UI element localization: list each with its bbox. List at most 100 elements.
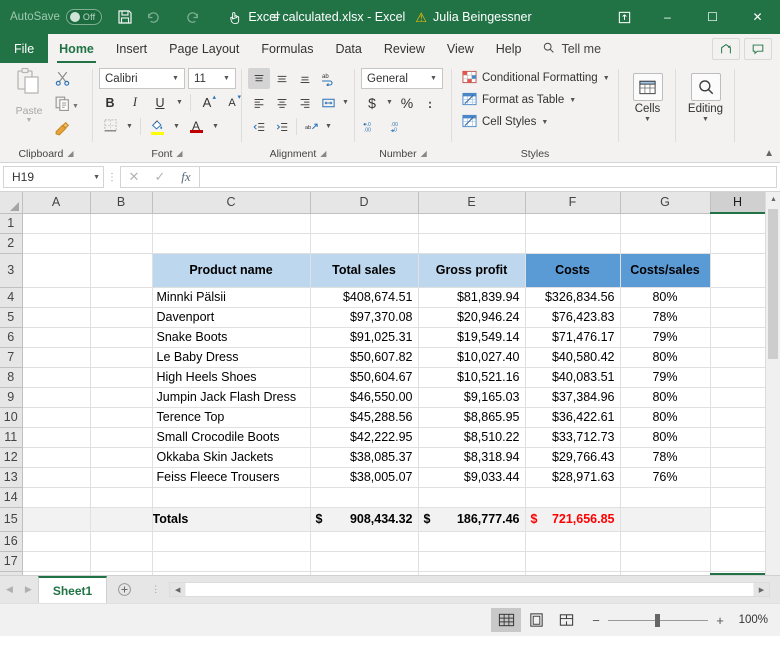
row-header-15[interactable]: 15	[0, 507, 23, 532]
scroll-up-icon[interactable]: ▲	[766, 192, 780, 207]
cell-h11[interactable]	[710, 427, 766, 448]
cell-g3-costs-sales-header[interactable]: Costs/sales	[620, 253, 711, 288]
cell-d7-total-sales[interactable]: $50,607.82	[310, 347, 419, 368]
cell-g6-costs-sales[interactable]: 79%	[620, 327, 711, 348]
column-header-d[interactable]: D	[310, 192, 419, 214]
cell-h10[interactable]	[710, 407, 766, 428]
cell-f12-costs[interactable]: $29,766.43	[525, 447, 621, 468]
cell-b15[interactable]	[90, 507, 153, 532]
underline-dropdown-icon[interactable]: ▼	[174, 92, 185, 113]
cell-c9-product-name[interactable]: Jumpin Jack Flash Dress	[152, 387, 311, 408]
cell-e16[interactable]	[418, 531, 526, 552]
cell-b10[interactable]	[90, 407, 153, 428]
cell-h5[interactable]	[710, 307, 766, 328]
cell-g10-costs-sales[interactable]: 80%	[620, 407, 711, 428]
cell-b13[interactable]	[90, 467, 153, 488]
zoom-level-label[interactable]: 100%	[732, 614, 768, 626]
cell-g16[interactable]	[620, 531, 711, 552]
column-header-f[interactable]: F	[525, 192, 621, 214]
cell-f6-costs[interactable]: $71,476.17	[525, 327, 621, 348]
cell-d18[interactable]	[310, 571, 419, 575]
cell-g8-costs-sales[interactable]: 79%	[620, 367, 711, 388]
zoom-slider[interactable]	[608, 613, 708, 627]
font-color-dropdown-icon[interactable]: ▼	[210, 116, 221, 137]
row-header-1[interactable]: 1	[0, 213, 23, 234]
cell-e7-gross-profit[interactable]: $10,027.40	[418, 347, 526, 368]
cell-b14[interactable]	[90, 487, 153, 508]
column-header-a[interactable]: A	[22, 192, 91, 214]
bold-button[interactable]: B	[99, 92, 121, 113]
cell-g12-costs-sales[interactable]: 78%	[620, 447, 711, 468]
cell-d14[interactable]	[310, 487, 419, 508]
cell-d13-total-sales[interactable]: $38,005.07	[310, 467, 419, 488]
row-header-5[interactable]: 5	[0, 307, 23, 328]
cell-d2[interactable]	[310, 233, 419, 254]
comma-format-button[interactable]: ։	[419, 92, 441, 113]
cell-f16[interactable]	[525, 531, 621, 552]
undo-icon[interactable]	[140, 4, 166, 30]
normal-view-icon[interactable]	[491, 608, 521, 632]
font-name-combo[interactable]: Calibri ▼	[99, 68, 185, 89]
collapse-ribbon-icon[interactable]: ▲	[764, 148, 774, 159]
horizontal-scroll-thumb[interactable]	[186, 583, 753, 596]
cell-a15[interactable]	[22, 507, 91, 532]
align-middle-icon[interactable]	[271, 68, 293, 89]
formula-input[interactable]	[199, 166, 777, 188]
close-button[interactable]: ✕	[735, 0, 780, 34]
cell-a7[interactable]	[22, 347, 91, 368]
number-format-combo[interactable]: General ▼	[361, 68, 443, 89]
cell-e2[interactable]	[418, 233, 526, 254]
orientation-dropdown-icon[interactable]: ▼	[323, 116, 334, 137]
comments-icon[interactable]	[744, 37, 772, 60]
font-size-combo[interactable]: 11 ▼	[188, 68, 236, 89]
cell-f7-costs[interactable]: $40,580.42	[525, 347, 621, 368]
cell-a11[interactable]	[22, 427, 91, 448]
column-header-g[interactable]: G	[620, 192, 711, 214]
tab-home[interactable]: Home	[48, 34, 105, 63]
cell-b18[interactable]	[90, 571, 153, 575]
row-header-3[interactable]: 3	[0, 253, 23, 288]
cell-h2[interactable]	[710, 233, 766, 254]
row-header-7[interactable]: 7	[0, 347, 23, 368]
cell-h16[interactable]	[710, 531, 766, 552]
cell-h6[interactable]	[710, 327, 766, 348]
cell-b17[interactable]	[90, 551, 153, 572]
cell-c8-product-name[interactable]: High Heels Shoes	[152, 367, 311, 388]
format-painter-button[interactable]	[54, 120, 79, 142]
cell-c13-product-name[interactable]: Feiss Fleece Trousers	[152, 467, 311, 488]
row-header-2[interactable]: 2	[0, 233, 23, 254]
cell-e13-gross-profit[interactable]: $9,033.44	[418, 467, 526, 488]
cell-a12[interactable]	[22, 447, 91, 468]
editing-button[interactable]: Editing ▼	[682, 69, 729, 135]
cell-a3[interactable]	[22, 253, 91, 288]
cell-h8[interactable]	[710, 367, 766, 388]
tab-formulas[interactable]: Formulas	[250, 34, 324, 63]
cell-a17[interactable]	[22, 551, 91, 572]
cell-g4-costs-sales[interactable]: 80%	[620, 287, 711, 308]
cell-c14[interactable]	[152, 487, 311, 508]
select-all-corner[interactable]	[0, 192, 23, 214]
cell-e8-gross-profit[interactable]: $10,521.16	[418, 367, 526, 388]
cell-d15-total-sales-sum[interactable]: $ 908,434.32	[310, 507, 419, 532]
row-header-10[interactable]: 10	[0, 407, 23, 428]
customize-qat-icon[interactable]	[263, 4, 289, 30]
row-header-8[interactable]: 8	[0, 367, 23, 388]
align-top-icon[interactable]	[248, 68, 270, 89]
cell-h4[interactable]	[710, 287, 766, 308]
cell-c1[interactable]	[152, 213, 311, 234]
conditional-formatting-button[interactable]: Conditional Formatting ▼	[459, 68, 613, 88]
cell-g13-costs-sales[interactable]: 76%	[620, 467, 711, 488]
merge-dropdown-icon[interactable]: ▼	[340, 92, 351, 113]
row-header-17[interactable]: 17	[0, 551, 23, 572]
cells-button[interactable]: Cells ▼	[625, 69, 670, 135]
cell-a6[interactable]	[22, 327, 91, 348]
cell-a18[interactable]	[22, 571, 91, 575]
cell-a14[interactable]	[22, 487, 91, 508]
accounting-format-button[interactable]: $	[361, 92, 383, 113]
cell-b4[interactable]	[90, 287, 153, 308]
copy-button[interactable]: ▼	[54, 95, 79, 117]
cell-d12-total-sales[interactable]: $38,085.37	[310, 447, 419, 468]
cell-c6-product-name[interactable]: Snake Boots	[152, 327, 311, 348]
name-box[interactable]: H19 ▼	[3, 166, 104, 188]
redo-dropdown-icon[interactable]	[209, 4, 220, 30]
